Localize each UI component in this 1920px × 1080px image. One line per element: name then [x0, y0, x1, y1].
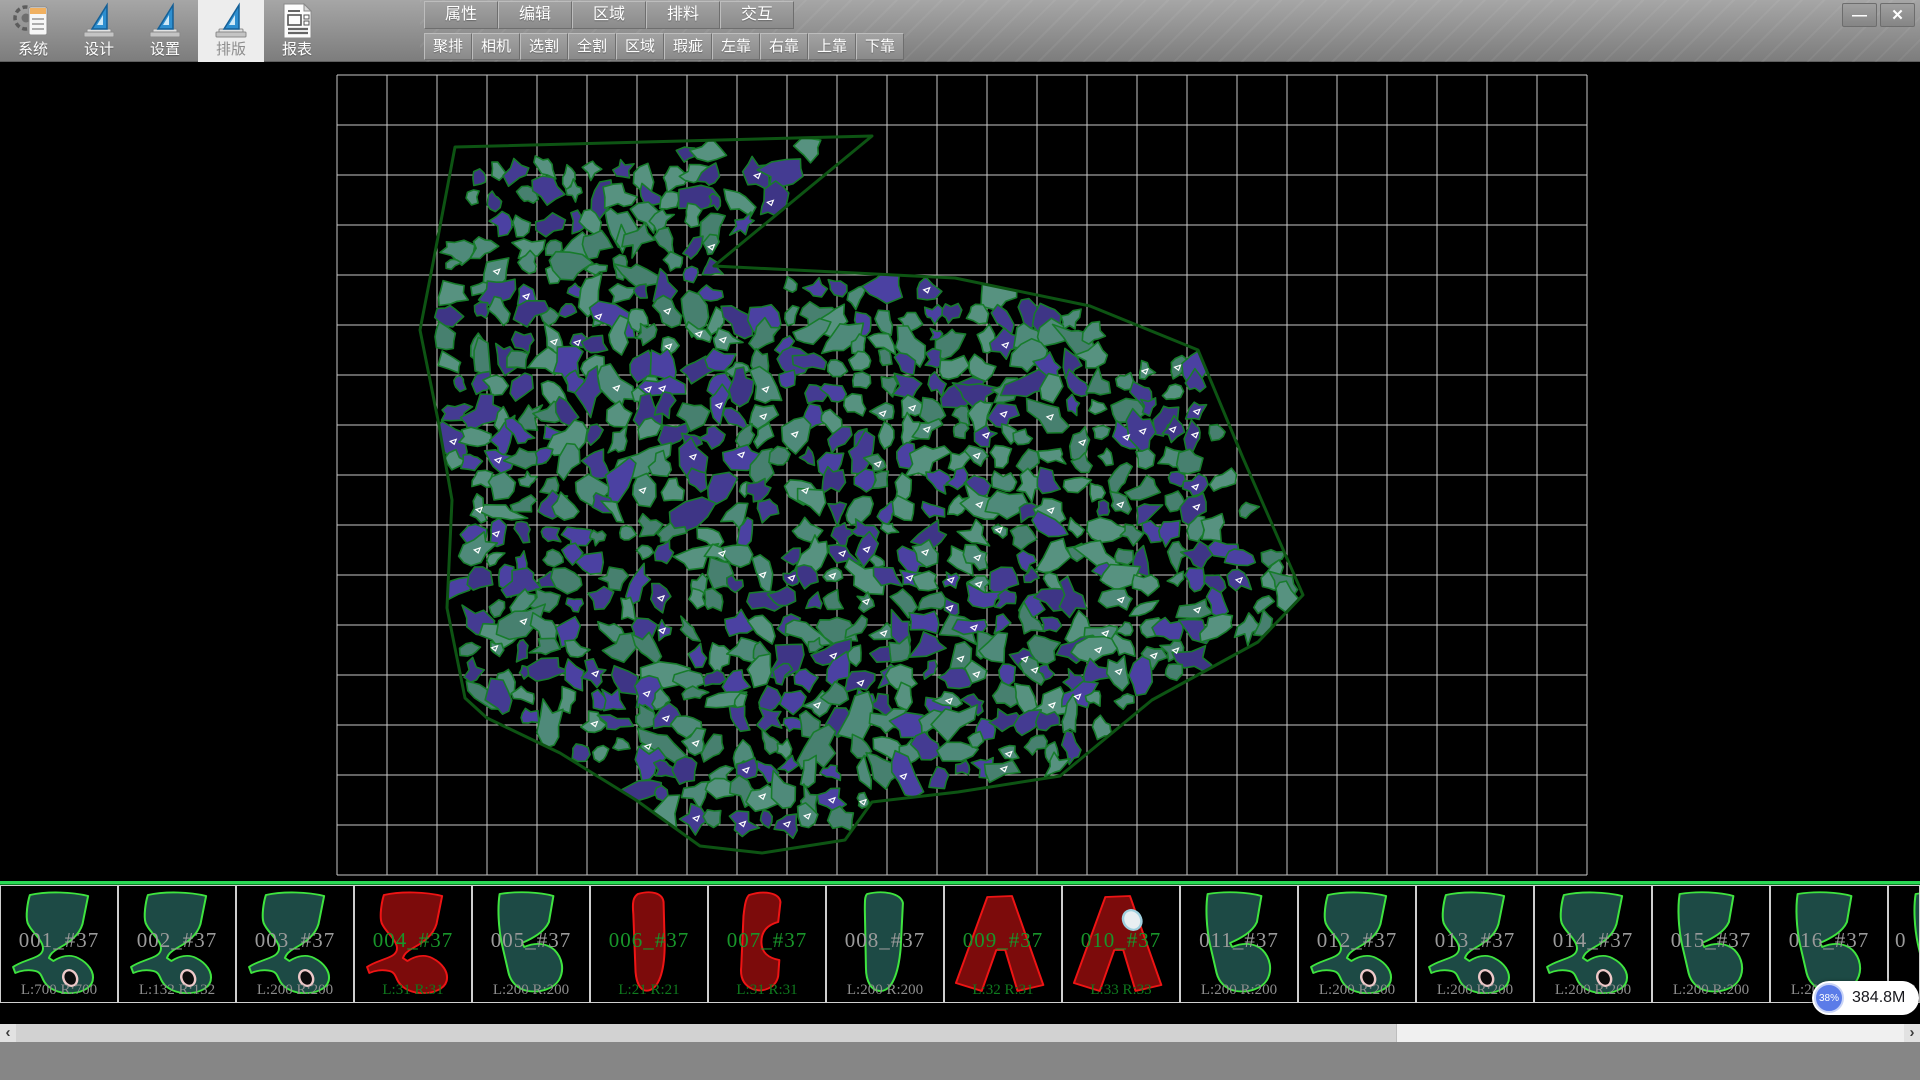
- scrollbar-thumb[interactable]: [16, 1024, 1397, 1042]
- menu-properties[interactable]: 属性: [424, 1, 498, 29]
- tool-region[interactable]: 区域: [616, 33, 664, 60]
- piece-thumbnail-013_#37[interactable]: 013_#37 L:200 R:200: [1416, 885, 1534, 1003]
- design-icon: [81, 1, 117, 41]
- close-button[interactable]: ✕: [1880, 3, 1915, 27]
- canvas-svg[interactable]: [0, 62, 1920, 881]
- menu-interact[interactable]: 交互: [720, 1, 794, 29]
- piece-id-label: 016_#37: [1771, 928, 1887, 953]
- piece-lr-counts: L:31 R:31: [709, 982, 825, 999]
- piece-thumbnail-011_#37[interactable]: 011_#37 L:200 R:200: [1180, 885, 1298, 1003]
- piece-lr-counts: L:200 R:200: [1535, 982, 1651, 999]
- tool-camera[interactable]: 相机: [472, 33, 520, 60]
- app-tab-label: 系统: [18, 41, 48, 59]
- memory-usage-value: 384.8M: [1852, 989, 1905, 1007]
- piece-lr-counts: L:200 R:200: [827, 982, 943, 999]
- piece-id-label: 012_#37: [1299, 928, 1415, 953]
- piece-id-label: 015_#37: [1653, 928, 1769, 953]
- piece-lr-counts: L:31 R:31: [355, 982, 471, 999]
- piece-id-label: 006_#37: [591, 928, 707, 953]
- app-tab-design[interactable]: 设计: [66, 0, 132, 62]
- menu-nest[interactable]: 排料: [646, 1, 720, 29]
- app-tab-label: 排版: [216, 41, 246, 59]
- piece-lr-counts: L:32 R:31: [945, 982, 1061, 999]
- piece-thumbnail-015_#37[interactable]: 015_#37 L:200 R:200: [1652, 885, 1770, 1003]
- app-tab-label: 设置: [150, 41, 180, 59]
- piece-id-label: 004_#37: [355, 928, 471, 953]
- nesting-icon: [213, 1, 249, 41]
- piece-id-label: 014_#37: [1535, 928, 1651, 953]
- app-tab-bar: 系统 设计 设置 排版 报表: [0, 0, 330, 62]
- tool-snap-right[interactable]: 右靠: [760, 33, 808, 60]
- menu-bar: 属性编辑区域排料交互: [424, 1, 794, 29]
- tool-snap-down[interactable]: 下靠: [856, 33, 904, 60]
- app-tab-nesting[interactable]: 排版: [198, 0, 264, 62]
- piece-id-label: 0: [1895, 928, 1907, 953]
- settings-icon: [147, 1, 183, 41]
- piece-id-label: 013_#37: [1417, 928, 1533, 953]
- window-controls: — ✕: [1842, 3, 1915, 27]
- app-tab-report[interactable]: 报表: [264, 0, 330, 62]
- app-tab-system[interactable]: 系统: [0, 0, 66, 62]
- piece-id-label: 010_#37: [1063, 928, 1179, 953]
- menu-edit[interactable]: 编辑: [498, 1, 572, 29]
- progress-percent-circle: 38%: [1814, 983, 1844, 1013]
- status-bar: [0, 1042, 1920, 1080]
- piece-thumbnail-001_#37[interactable]: 001_#37 L:700 R:700: [0, 885, 118, 1003]
- tool-defect[interactable]: 瑕疵: [664, 33, 712, 60]
- report-icon: [280, 1, 314, 41]
- piece-thumbnail-003_#37[interactable]: 003_#37 L:200 R:200: [236, 885, 354, 1003]
- piece-thumbnail-007_#37[interactable]: 007_#37 L:31 R:31: [708, 885, 826, 1003]
- piece-lr-counts: L:200 R:200: [1653, 982, 1769, 999]
- tool-bar: 聚排相机选割全割区域瑕疵左靠右靠上靠下靠: [424, 33, 904, 60]
- tool-snap-left[interactable]: 左靠: [712, 33, 760, 60]
- piece-thumbnail-012_#37[interactable]: 012_#37 L:200 R:200: [1298, 885, 1416, 1003]
- piece-thumbnail-008_#37[interactable]: 008_#37 L:200 R:200: [826, 885, 944, 1003]
- nesting-canvas[interactable]: [0, 62, 1920, 881]
- piece-id-label: 008_#37: [827, 928, 943, 953]
- piece-thumbnail-005_#37[interactable]: 005_#37 L:200 R:200: [472, 885, 590, 1003]
- tool-select-cut[interactable]: 选割: [520, 33, 568, 60]
- piece-lr-counts: L:200 R:200: [1299, 982, 1415, 999]
- piece-lr-counts: L:200 R:200: [1181, 982, 1297, 999]
- piece-thumbnail-014_#37[interactable]: 014_#37 L:200 R:200: [1534, 885, 1652, 1003]
- piece-id-label: 001_#37: [1, 928, 117, 953]
- piece-thumbnail-010_#37[interactable]: 010_#37 L:33 R:33: [1062, 885, 1180, 1003]
- app-tab-settings[interactable]: 设置: [132, 0, 198, 62]
- piece-thumbnail-006_#37[interactable]: 006_#37 L:21 R:21: [590, 885, 708, 1003]
- piece-lr-counts: L:200 R:200: [473, 982, 589, 999]
- app-tab-label: 报表: [282, 41, 312, 59]
- piece-lr-counts: L:200 R:200: [237, 982, 353, 999]
- piece-id-label: 007_#37: [709, 928, 825, 953]
- piece-id-label: 011_#37: [1181, 928, 1297, 953]
- piece-strip: 001_#37L:700 R:700002_#37L:132 R:132003_…: [0, 881, 1920, 1024]
- memory-usage-badge: 38% 384.8M: [1812, 981, 1919, 1015]
- piece-thumbnail-009_#37[interactable]: 009_#37 L:32 R:31: [944, 885, 1062, 1003]
- piece-lr-counts: L:21 R:21: [591, 982, 707, 999]
- piece-id-label: 009_#37: [945, 928, 1061, 953]
- piece-thumbnail-002_#37[interactable]: 002_#37 L:132 R:132: [118, 885, 236, 1003]
- system-icon: [11, 1, 55, 41]
- piece-id-label: 003_#37: [237, 928, 353, 953]
- scroll-left-arrow-icon[interactable]: ‹: [0, 1024, 16, 1042]
- piece-lr-counts: L:33 R:33: [1063, 982, 1179, 999]
- scroll-right-arrow-icon[interactable]: ›: [1904, 1024, 1920, 1042]
- piece-id-label: 005_#37: [473, 928, 589, 953]
- piece-lr-counts: L:700 R:700: [1, 982, 117, 999]
- horizontal-scrollbar[interactable]: ‹ ›: [0, 1024, 1920, 1042]
- piece-id-label: 002_#37: [119, 928, 235, 953]
- tool-cluster-nest[interactable]: 聚排: [424, 33, 472, 60]
- tool-cut-all[interactable]: 全割: [568, 33, 616, 60]
- menu-region[interactable]: 区域: [572, 1, 646, 29]
- main-toolbar: 系统设计设置排版报表 属性编辑区域排料交互 聚排相机选割全割区域瑕疵左靠右靠上靠…: [0, 0, 1920, 62]
- piece-thumbnail-004_#37[interactable]: 004_#37 L:31 R:31: [354, 885, 472, 1003]
- piece-thumbnail-list: 001_#37L:700 R:700002_#37L:132 R:132003_…: [0, 885, 1920, 1003]
- minimize-button[interactable]: —: [1842, 3, 1877, 27]
- app-tab-label: 设计: [84, 41, 114, 59]
- piece-lr-counts: L:200 R:200: [1417, 982, 1533, 999]
- tool-snap-up[interactable]: 上靠: [808, 33, 856, 60]
- piece-lr-counts: L:132 R:132: [119, 982, 235, 999]
